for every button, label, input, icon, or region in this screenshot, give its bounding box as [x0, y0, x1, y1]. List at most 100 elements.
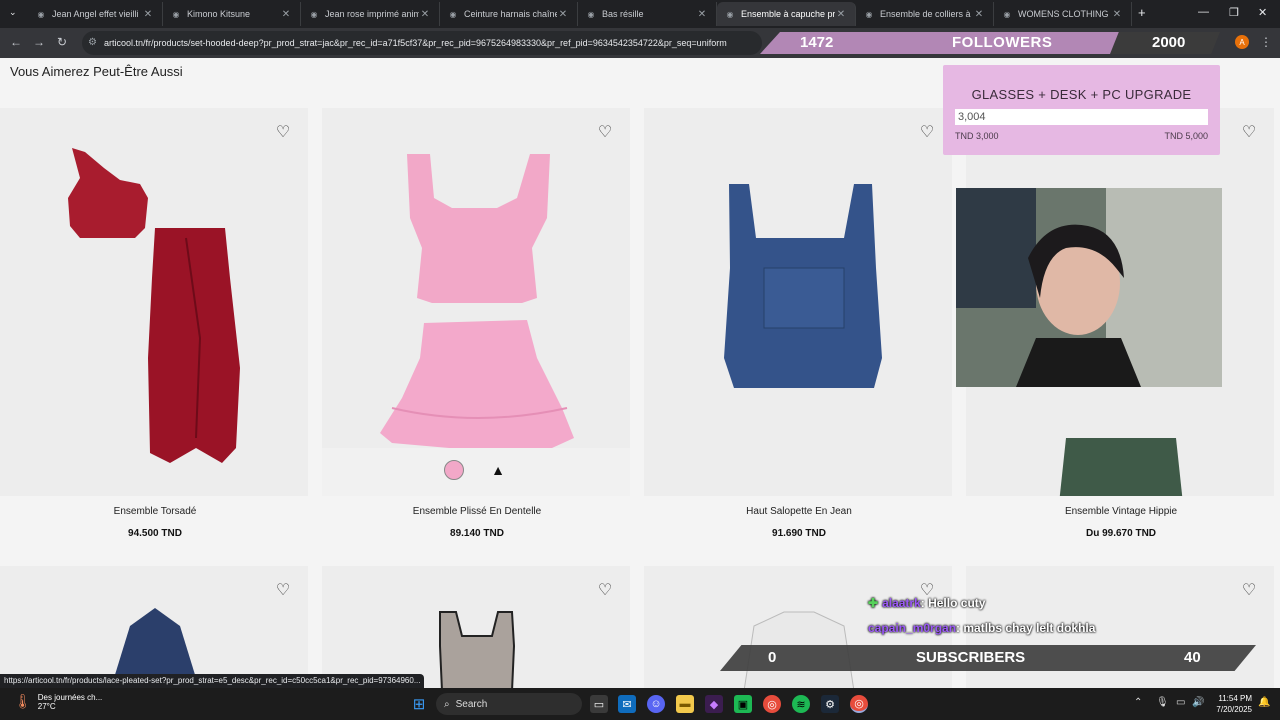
product-image-ensemble-plisse[interactable]	[322, 108, 630, 496]
product-name[interactable]: Ensemble Vintage Hippie	[966, 506, 1276, 517]
window-close-icon[interactable]: ✕	[1258, 6, 1267, 19]
tab-close-icon[interactable]: ✕	[419, 9, 431, 20]
followers-goal-overlay: 1472 FOLLOWERS 2000	[760, 32, 1220, 54]
tab-favicon-icon: ◉	[726, 9, 734, 19]
weather-text: Des journées ch...	[37, 693, 103, 702]
app-green-icon[interactable]: ▣	[734, 695, 752, 713]
tray-chevron-up-icon[interactable]: ⌃	[1134, 697, 1142, 708]
tab-title: Ensemble de colliers à ch	[880, 9, 973, 19]
tab-close-icon[interactable]: ✕	[142, 9, 154, 20]
tab-bas-resille[interactable]: ◉ Bas résille ✕	[578, 2, 717, 26]
chat-message: capain_m0rgan : matlbs chay lelt dokhla	[868, 615, 1168, 640]
stream-chat-overlay: ✚ alaatrk : Hello cuty capain_m0rgan : m…	[868, 590, 1168, 640]
streamer-webcam-image	[956, 188, 1222, 387]
reload-icon[interactable]: ↻	[57, 35, 67, 49]
profile-avatar[interactable]: A	[1235, 35, 1249, 49]
product-card-2[interactable]: ♡ ▲	[322, 108, 630, 496]
tab-jean-angel[interactable]: ◉ Jean Angel effet vieilli ✕	[28, 2, 163, 26]
product-name[interactable]: Ensemble Plissé En Dentelle	[322, 506, 632, 517]
notification-bell-icon[interactable]: 🔔	[1258, 697, 1270, 708]
spotify-icon[interactable]: ≋	[792, 695, 810, 713]
search-label: Search	[455, 698, 488, 710]
tab-jean-rose[interactable]: ◉ Jean rose imprimé anime ✕	[301, 2, 440, 26]
tab-title: WOMENS CLOTHING | Ki	[1018, 9, 1111, 19]
product-price: 94.500 TND	[128, 528, 182, 539]
product-image-hood	[110, 608, 200, 688]
tab-favicon-icon: ◉	[865, 9, 873, 19]
task-view-icon[interactable]: ▭	[590, 695, 608, 713]
wishlist-heart-icon[interactable]: ♡	[1240, 582, 1258, 600]
tab-kimono-kitsune[interactable]: ◉ Kimono Kitsune ✕	[163, 2, 301, 26]
tab-ceinture-harnais[interactable]: ◉ Ceinture harnais chaîne c ✕	[440, 2, 578, 26]
new-tab-plus-icon[interactable]: +	[1138, 5, 1146, 20]
tab-title: Ensemble à capuche prof	[741, 9, 835, 19]
webcam-feed	[956, 188, 1222, 387]
tab-favicon-icon: ◉	[37, 9, 45, 19]
tab-close-icon[interactable]: ✕	[835, 9, 847, 20]
tab-ensemble-capuche[interactable]: ◉ Ensemble à capuche prof ✕	[717, 2, 856, 26]
tab-title: Kimono Kitsune	[187, 9, 251, 19]
tab-ensemble-colliers[interactable]: ◉ Ensemble de colliers à ch ✕	[856, 2, 994, 26]
microphone-icon[interactable]: 🎙	[1156, 697, 1169, 708]
tab-close-icon[interactable]: ✕	[280, 9, 292, 20]
network-icon[interactable]: ▭	[1176, 697, 1185, 708]
product-card-1[interactable]: ♡	[0, 108, 308, 496]
forward-arrow-icon[interactable]: →	[33, 35, 45, 49]
file-explorer-icon[interactable]: ▬	[676, 695, 694, 713]
product-card-5[interactable]: ♡	[0, 566, 308, 688]
tab-title: Bas résille	[602, 9, 644, 19]
weather-widget[interactable]: 🌡 Des journées ch... 27°C	[14, 693, 102, 711]
product-image-haut-salopette[interactable]	[644, 108, 952, 496]
minimize-icon[interactable]: —	[1198, 6, 1209, 18]
system-clock[interactable]: 11:54 PM 7/20/2025	[1206, 693, 1252, 715]
site-info-icon[interactable]: ⚙	[88, 37, 97, 48]
clock-time: 11:54 PM	[1218, 694, 1252, 703]
tab-close-icon[interactable]: ✕	[1111, 9, 1123, 20]
product-image-ensemble-torsade[interactable]	[0, 108, 308, 496]
swatch-pink[interactable]	[444, 460, 464, 480]
app-icon[interactable]: ◆	[705, 695, 723, 713]
tab-close-icon[interactable]: ✕	[696, 9, 708, 20]
product-name[interactable]: Ensemble Torsadé	[0, 506, 310, 517]
tab-womens-clothing[interactable]: ◉ WOMENS CLOTHING | Ki ✕	[994, 2, 1132, 26]
windows-taskbar: 🌡 Des journées ch... 27°C ⊞ ⌕ Search ▭ ✉…	[0, 688, 1280, 720]
clock-date: 7/20/2025	[1216, 705, 1252, 714]
product-card-6[interactable]: ♡	[322, 566, 630, 688]
url-input[interactable]: ⚙ articool.tn/fr/products/set-hooded-dee…	[82, 31, 762, 55]
back-arrow-icon[interactable]: ←	[10, 35, 22, 49]
tab-favicon-icon: ◉	[587, 9, 595, 19]
donation-goal-overlay: GLASSES + DESK + PC UPGRADE 3,004 TND 3,…	[943, 65, 1220, 155]
chat-message: ✚ alaatrk : Hello cuty	[868, 590, 1168, 615]
tab-favicon-icon: ◉	[449, 9, 457, 19]
chat-username: capain_m0rgan	[868, 620, 957, 635]
taskbar-search[interactable]: ⌕ Search	[436, 693, 582, 715]
subscribers-count: 0	[768, 649, 777, 666]
chrome-active-icon[interactable]: ◎	[850, 695, 868, 713]
browser-menu-icon[interactable]: ⋮	[1260, 35, 1272, 49]
volume-icon[interactable]: 🔊	[1192, 697, 1204, 708]
discord-icon[interactable]: ☺	[647, 695, 665, 713]
subscribers-goal-overlay: 0 SUBSCRIBERS 40	[720, 645, 1256, 671]
chat-text: : matlbs chay lelt dokhla	[956, 620, 1096, 635]
tab-favicon-icon: ◉	[172, 9, 180, 19]
tab-title: Ceinture harnais chaîne c	[464, 9, 557, 19]
outlook-icon[interactable]: ✉	[618, 695, 636, 713]
chrome-icon[interactable]: ◎	[763, 695, 781, 713]
subscribers-label: SUBSCRIBERS	[916, 649, 1026, 666]
tab-close-icon[interactable]: ✕	[973, 9, 985, 20]
steam-icon[interactable]: ⚙	[821, 695, 839, 713]
product-name[interactable]: Haut Salopette En Jean	[644, 506, 954, 517]
restore-icon[interactable]: ❐	[1229, 6, 1239, 19]
price-prefix: Du	[1085, 528, 1100, 539]
product-image-tank-top	[439, 611, 516, 688]
product-card-3[interactable]: ♡	[644, 108, 952, 496]
windows-start-icon[interactable]: ⊞	[410, 695, 428, 713]
link-status-bar: https://articool.tn/fr/products/lace-ple…	[0, 674, 425, 688]
swatch-black-dress-icon[interactable]: ▲	[488, 460, 508, 480]
tab-favicon-icon: ◉	[310, 9, 318, 19]
goal-title: GLASSES + DESK + PC UPGRADE	[971, 87, 1192, 102]
tab-close-icon[interactable]: ✕	[557, 9, 569, 20]
thermometer-icon: 🌡	[14, 693, 32, 709]
chat-text: : Hello cuty	[920, 595, 986, 610]
tab-search-chevron-icon[interactable]: ⌄	[9, 7, 17, 18]
